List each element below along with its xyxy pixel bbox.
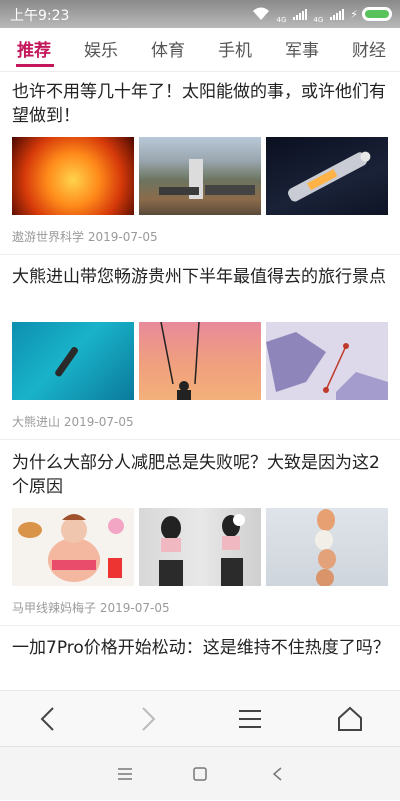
home-square-icon [193, 767, 207, 781]
forward-arrow-icon [142, 707, 156, 731]
news-meta: 遨游世界科学 2019-07-05 [12, 228, 158, 245]
boat-on-turquoise-water-photo[interactable] [12, 322, 134, 400]
signal-icon [293, 8, 308, 20]
news-date: 2019-07-05 [63, 415, 134, 429]
tab-military[interactable]: 军事 [285, 36, 319, 61]
news-source: 遨游世界科学 [12, 230, 85, 244]
tab-recommend[interactable]: 推荐 [17, 36, 51, 61]
menu-button[interactable] [220, 691, 280, 747]
news-item[interactable]: 也许不用等几十年了！太阳能做的事，或许他们有望做到！ 遨游世界科学 2019-0… [0, 80, 400, 260]
status-bar: 上午9:23 4G 4G ⚡ [0, 0, 400, 28]
space-capsule-shapes [287, 151, 371, 202]
divider [0, 625, 400, 626]
stacked-eggs-photo[interactable] [266, 508, 388, 586]
swing-shapes [160, 322, 200, 400]
news-item[interactable]: 一加7Pro价格开始松动：这是维持不住热度了吗？ [0, 636, 400, 688]
category-tabs: 推荐 娱乐 体育 手机 军事 财经 [0, 28, 400, 72]
back-arrow-icon [40, 707, 54, 731]
divider [0, 254, 400, 255]
news-source: 大熊进山 [12, 415, 61, 429]
news-date: 2019-07-05 [99, 601, 170, 615]
tab-phones[interactable]: 手机 [218, 36, 252, 61]
cartoon-junk-food-illustration[interactable] [12, 508, 134, 586]
cartoon-shapes [18, 514, 124, 582]
news-item[interactable]: 大熊进山带您畅游贵州下半年最值得去的旅行景点 大熊进山 2019-07-05 [0, 265, 400, 445]
news-meta: 大熊进山 2019-07-05 [12, 413, 134, 430]
home-button[interactable] [320, 691, 380, 747]
wifi-icon [253, 7, 270, 20]
recent-apps-button[interactable] [100, 747, 150, 801]
fitness-women-photo[interactable] [139, 508, 261, 586]
egg-shapes [315, 509, 336, 586]
news-date: 2019-07-05 [87, 230, 158, 244]
swing-sunset-photo[interactable] [139, 322, 261, 400]
carrier-tag: 4G [276, 16, 287, 24]
news-title[interactable]: 也许不用等几十年了！太阳能做的事，或许他们有望做到！ [12, 80, 390, 128]
forward-button[interactable] [118, 691, 178, 747]
solar-plant-shapes [159, 159, 255, 199]
news-source: 马甲线辣妈梅子 [12, 601, 97, 615]
system-nav-bar [0, 746, 400, 800]
back-triangle-icon [272, 767, 282, 781]
boat-shapes [55, 346, 79, 377]
status-time: 上午9:23 [10, 8, 70, 24]
space-capsule-photo[interactable] [266, 137, 388, 215]
news-item[interactable]: 为什么大部分人减肥总是失败呢？大致是因为这2个原因 马甲线辣妈梅子 2019-0… [0, 451, 400, 631]
menu-icon [239, 710, 261, 728]
system-back-button[interactable] [252, 747, 302, 801]
tab-finance[interactable]: 财经 [352, 36, 386, 61]
map-route-shapes [266, 332, 388, 400]
news-title[interactable]: 为什么大部分人减肥总是失败呢？大致是因为这2个原因 [12, 451, 390, 499]
tab-entertainment[interactable]: 娱乐 [84, 36, 118, 61]
charging-icon: ⚡ [350, 7, 358, 21]
news-meta: 马甲线辣妈梅子 2019-07-05 [12, 599, 170, 616]
recent-apps-icon [118, 768, 132, 780]
active-tab-indicator [16, 64, 54, 67]
map-route-photo[interactable] [266, 322, 388, 400]
sun-photo[interactable] [12, 137, 134, 215]
carrier-tag: 4G [313, 16, 324, 24]
news-title[interactable]: 一加7Pro价格开始松动：这是维持不住热度了吗？ [12, 636, 390, 660]
home-icon [338, 706, 362, 731]
system-home-button[interactable] [175, 747, 225, 801]
fitness-shapes [159, 514, 245, 586]
browser-toolbar [0, 690, 400, 746]
status-icons: 4G 4G ⚡ [252, 4, 392, 24]
tab-sports[interactable]: 体育 [151, 36, 185, 61]
solar-plant-aerial-photo[interactable] [139, 137, 261, 215]
battery-icon [362, 7, 392, 21]
back-button[interactable] [18, 691, 78, 747]
divider [0, 439, 400, 440]
signal-icon [330, 8, 345, 20]
news-title[interactable]: 大熊进山带您畅游贵州下半年最值得去的旅行景点 [12, 265, 390, 289]
